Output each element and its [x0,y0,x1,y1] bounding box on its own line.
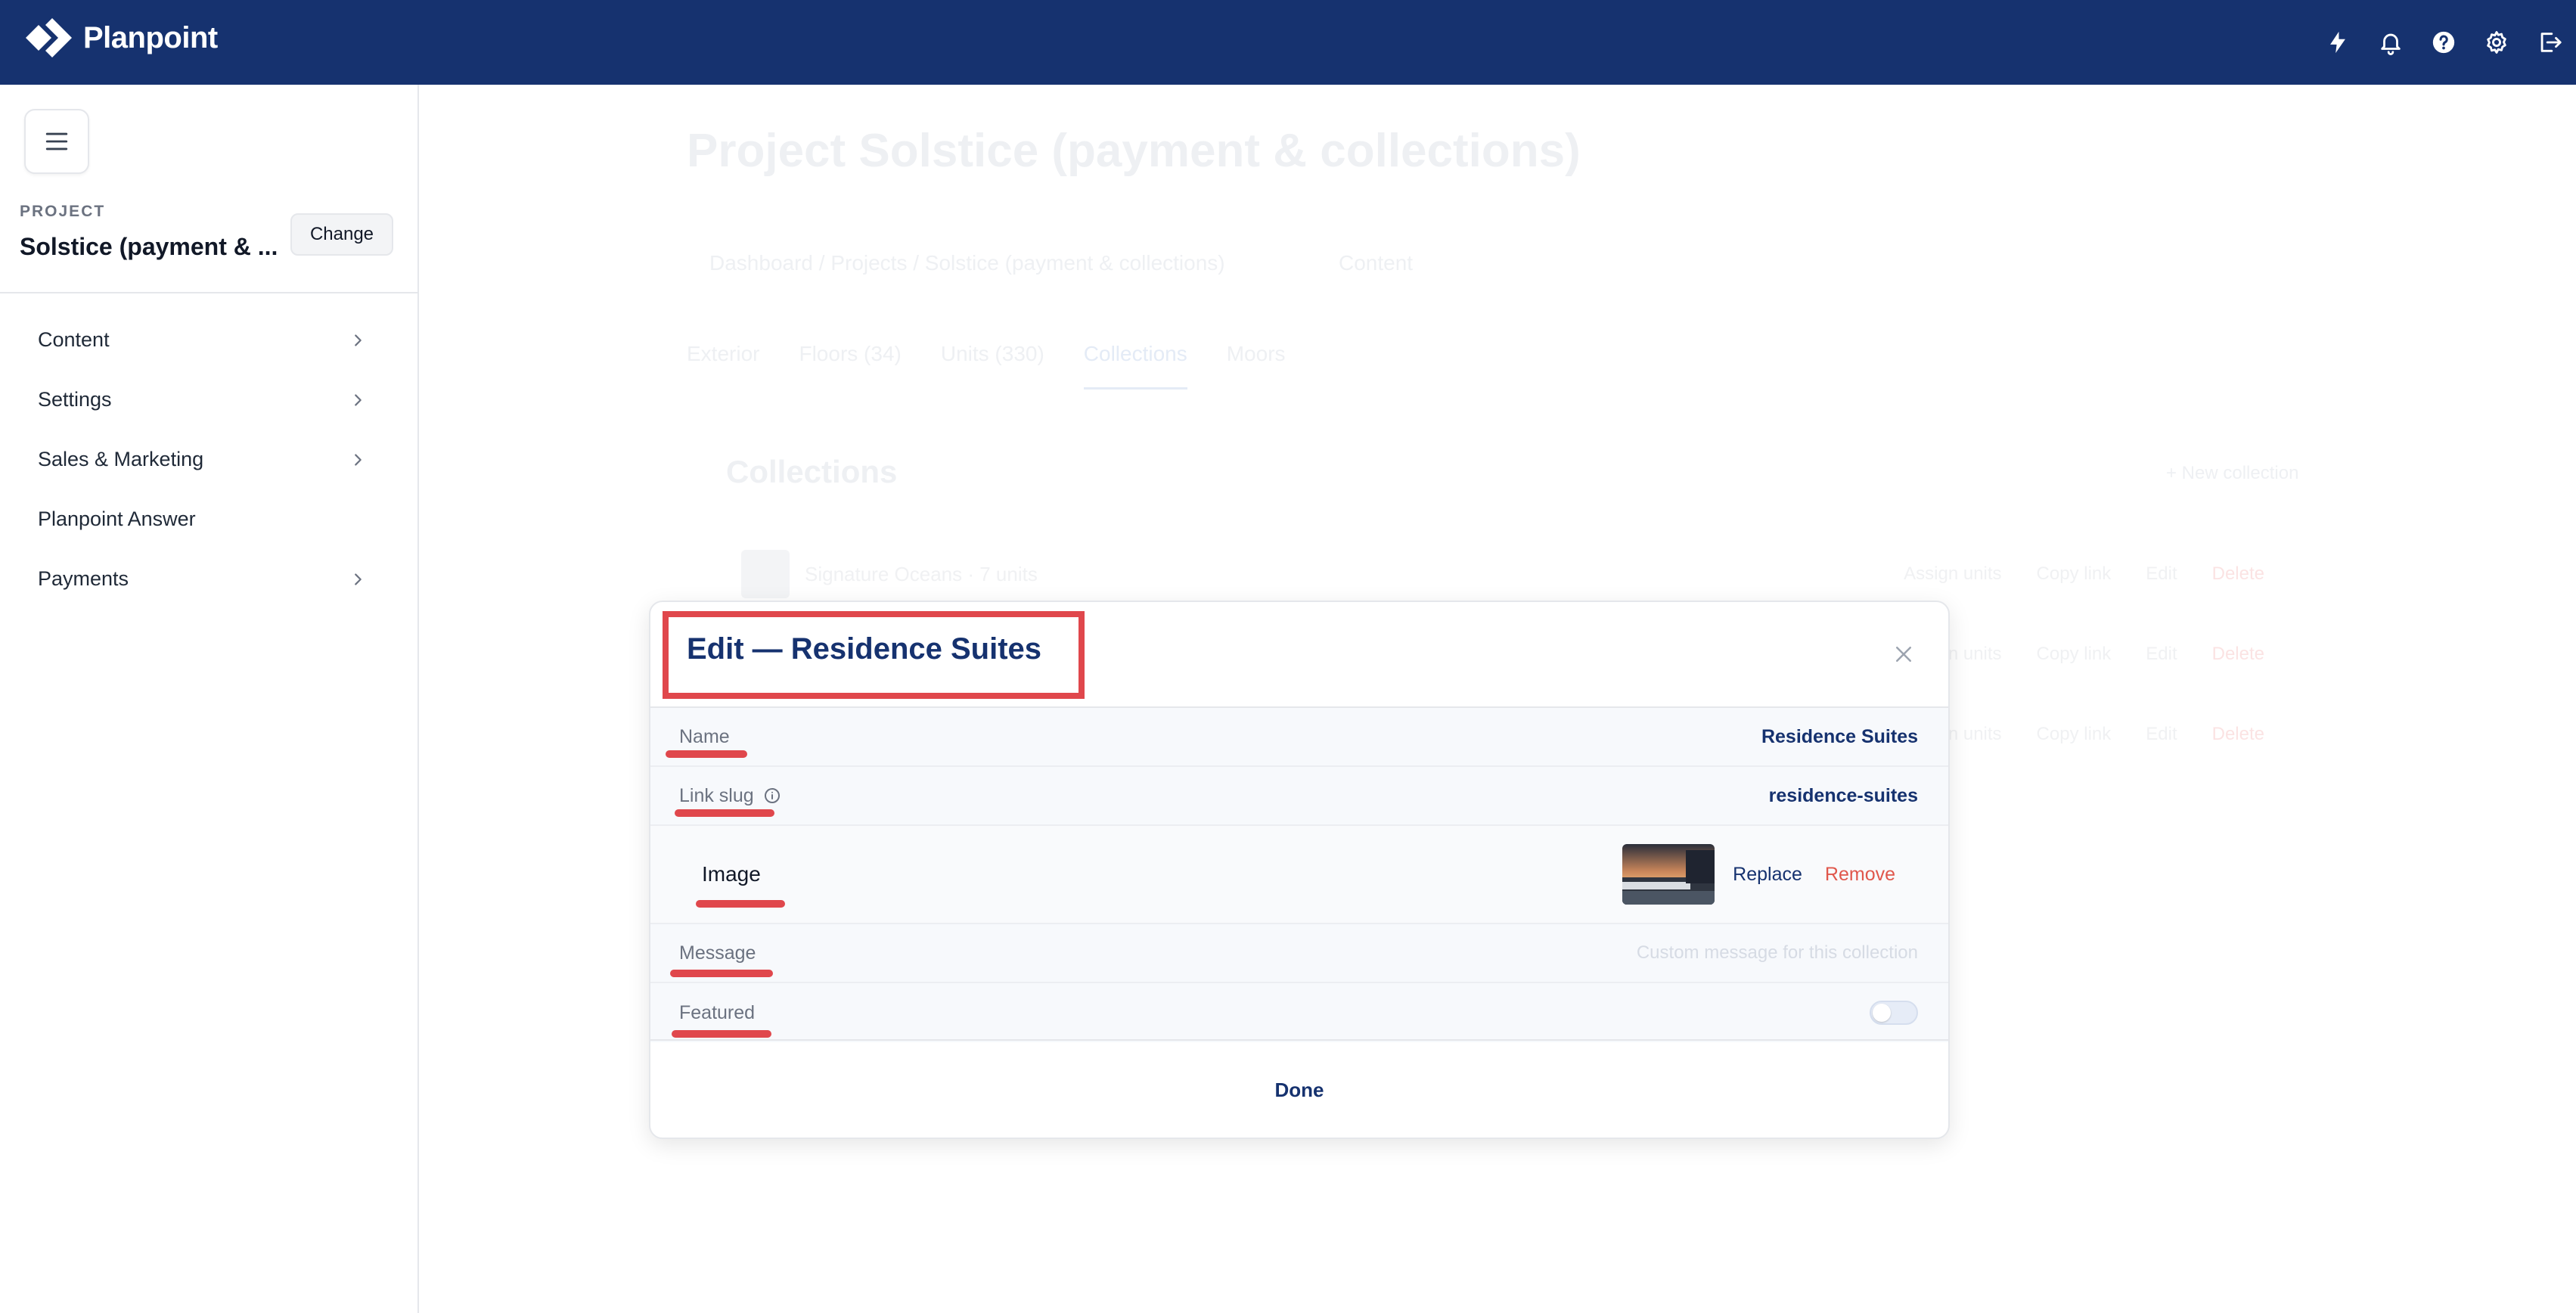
delete-button[interactable]: Delete [2212,563,2264,585]
hamburger-icon [45,132,68,151]
project-name: Solstice (payment & ... [20,233,278,260]
slug-underline-mark [675,809,774,817]
image-field-row: Image Replace Remove [650,826,1948,924]
project-caption: PROJECT [20,203,106,220]
bolt-icon[interactable] [2311,21,2364,64]
delete-button[interactable]: Delete [2212,724,2264,745]
collection-image-thumbnail [1622,844,1715,905]
logout-icon[interactable] [2523,21,2576,64]
sidebar-nav: Content Settings Sales & Marketing Planp… [18,310,386,609]
slug-label: Link slug [679,785,781,807]
image-underline-mark [696,900,785,908]
tab-units[interactable]: Units (330) [941,342,1044,390]
tab-more[interactable]: Moors [1227,342,1286,390]
help-icon[interactable] [2417,21,2470,64]
remove-image-button[interactable]: Remove [1825,864,1895,886]
sidebar-item-planpoint-answer[interactable]: Planpoint Answer [18,489,386,549]
collection-name: Signature Oceans · 7 units [805,562,1038,585]
copy-link-button[interactable]: Copy link [2037,724,2112,745]
copy-link-button[interactable]: Copy link [2037,563,2112,585]
edit-button[interactable]: Edit [2146,563,2177,585]
done-button[interactable]: Done [1275,1079,1324,1102]
info-icon[interactable] [763,787,781,805]
close-icon [1896,647,1911,662]
page-title: Project Solstice (payment & collections) [687,125,1581,177]
image-controls: Replace Remove [1622,844,1918,905]
chevron-right-icon [355,453,362,466]
modal-footer: Done [650,1039,1948,1139]
sidebar-item-label: Sales & Marketing [38,448,204,470]
name-underline-mark [666,750,747,758]
edit-button[interactable]: Edit [2146,644,2177,665]
project-tabs: Exterior Floors (34) Units (330) Collect… [687,342,1325,390]
sidebar-item-payments[interactable]: Payments [18,549,386,609]
section-title: Collections [726,454,898,489]
assign-units-button[interactable]: Assign units [1904,563,2001,585]
name-value[interactable]: Residence Suites [1761,726,1918,748]
replace-image-button[interactable]: Replace [1733,864,1802,886]
delete-button[interactable]: Delete [2212,644,2264,665]
featured-toggle[interactable] [1870,1001,1918,1025]
menu-toggle-button[interactable] [24,109,89,174]
gear-icon[interactable] [2470,21,2523,64]
edit-collection-modal: Edit — Residence Suites Name Residence S… [649,601,1950,1139]
message-underline-mark [670,970,773,977]
planpoint-logo-icon [26,18,72,57]
modal-body: Name Residence Suites Link slug residenc… [650,706,1948,1042]
sidebar: PROJECT Solstice (payment & ... Change C… [0,85,419,1313]
name-label: Name [679,725,730,747]
slug-field-row[interactable]: Link slug residence-suites [650,767,1948,826]
brand[interactable]: Planpoint [26,18,218,57]
sidebar-item-label: Payments [38,567,129,590]
sidebar-item-settings[interactable]: Settings [18,370,386,430]
sidebar-item-label: Planpoint Answer [38,508,196,530]
breadcrumb[interactable]: Dashboard / Projects / Solstice (payment… [709,251,1225,275]
featured-field-row: Featured [650,983,1948,1042]
slug-value[interactable]: residence-suites [1769,785,1918,807]
copy-link-button[interactable]: Copy link [2037,644,2112,665]
sidebar-item-label: Content [38,328,110,351]
chevron-right-icon [355,573,362,585]
top-navigation-bar: Planpoint [0,0,2576,85]
toggle-knob [1873,1004,1891,1022]
change-project-button[interactable]: Change [290,213,393,256]
slug-label-text: Link slug [679,784,754,806]
bell-icon[interactable] [2364,21,2417,64]
featured-underline-mark [672,1030,771,1038]
modal-title: Edit — Residence Suites [687,632,1042,666]
sidebar-item-sales-marketing[interactable]: Sales & Marketing [18,430,386,489]
sidebar-item-label: Settings [38,388,112,411]
new-collection-button[interactable]: + New collection [2166,463,2298,484]
chevron-right-icon [355,334,362,346]
topbar-actions [2311,21,2576,64]
tab-collections[interactable]: Collections [1083,342,1187,390]
modal-header: Edit — Residence Suites [650,602,1948,706]
image-label: Image [702,862,761,886]
close-modal-button[interactable] [1892,643,1915,666]
sidebar-divider [0,292,417,293]
collection-thumbnail [741,550,790,598]
name-field-row[interactable]: Name Residence Suites [650,708,1948,767]
sidebar-item-content[interactable]: Content [18,310,386,370]
message-field-row[interactable]: Message Custom message for this collecti… [650,924,1948,983]
brand-name: Planpoint [83,20,218,54]
message-input[interactable]: Custom message for this collection [1637,942,1918,964]
breadcrumb-section[interactable]: Content [1339,251,1413,275]
tab-exterior[interactable]: Exterior [687,342,759,390]
table-row: Signature Oceans · 7 units Assign units … [741,548,2264,601]
chevron-right-icon [355,393,362,406]
featured-label: Featured [679,1001,756,1023]
edit-button[interactable]: Edit [2146,724,2177,745]
tab-floors[interactable]: Floors (34) [799,342,901,390]
message-label: Message [679,942,756,964]
